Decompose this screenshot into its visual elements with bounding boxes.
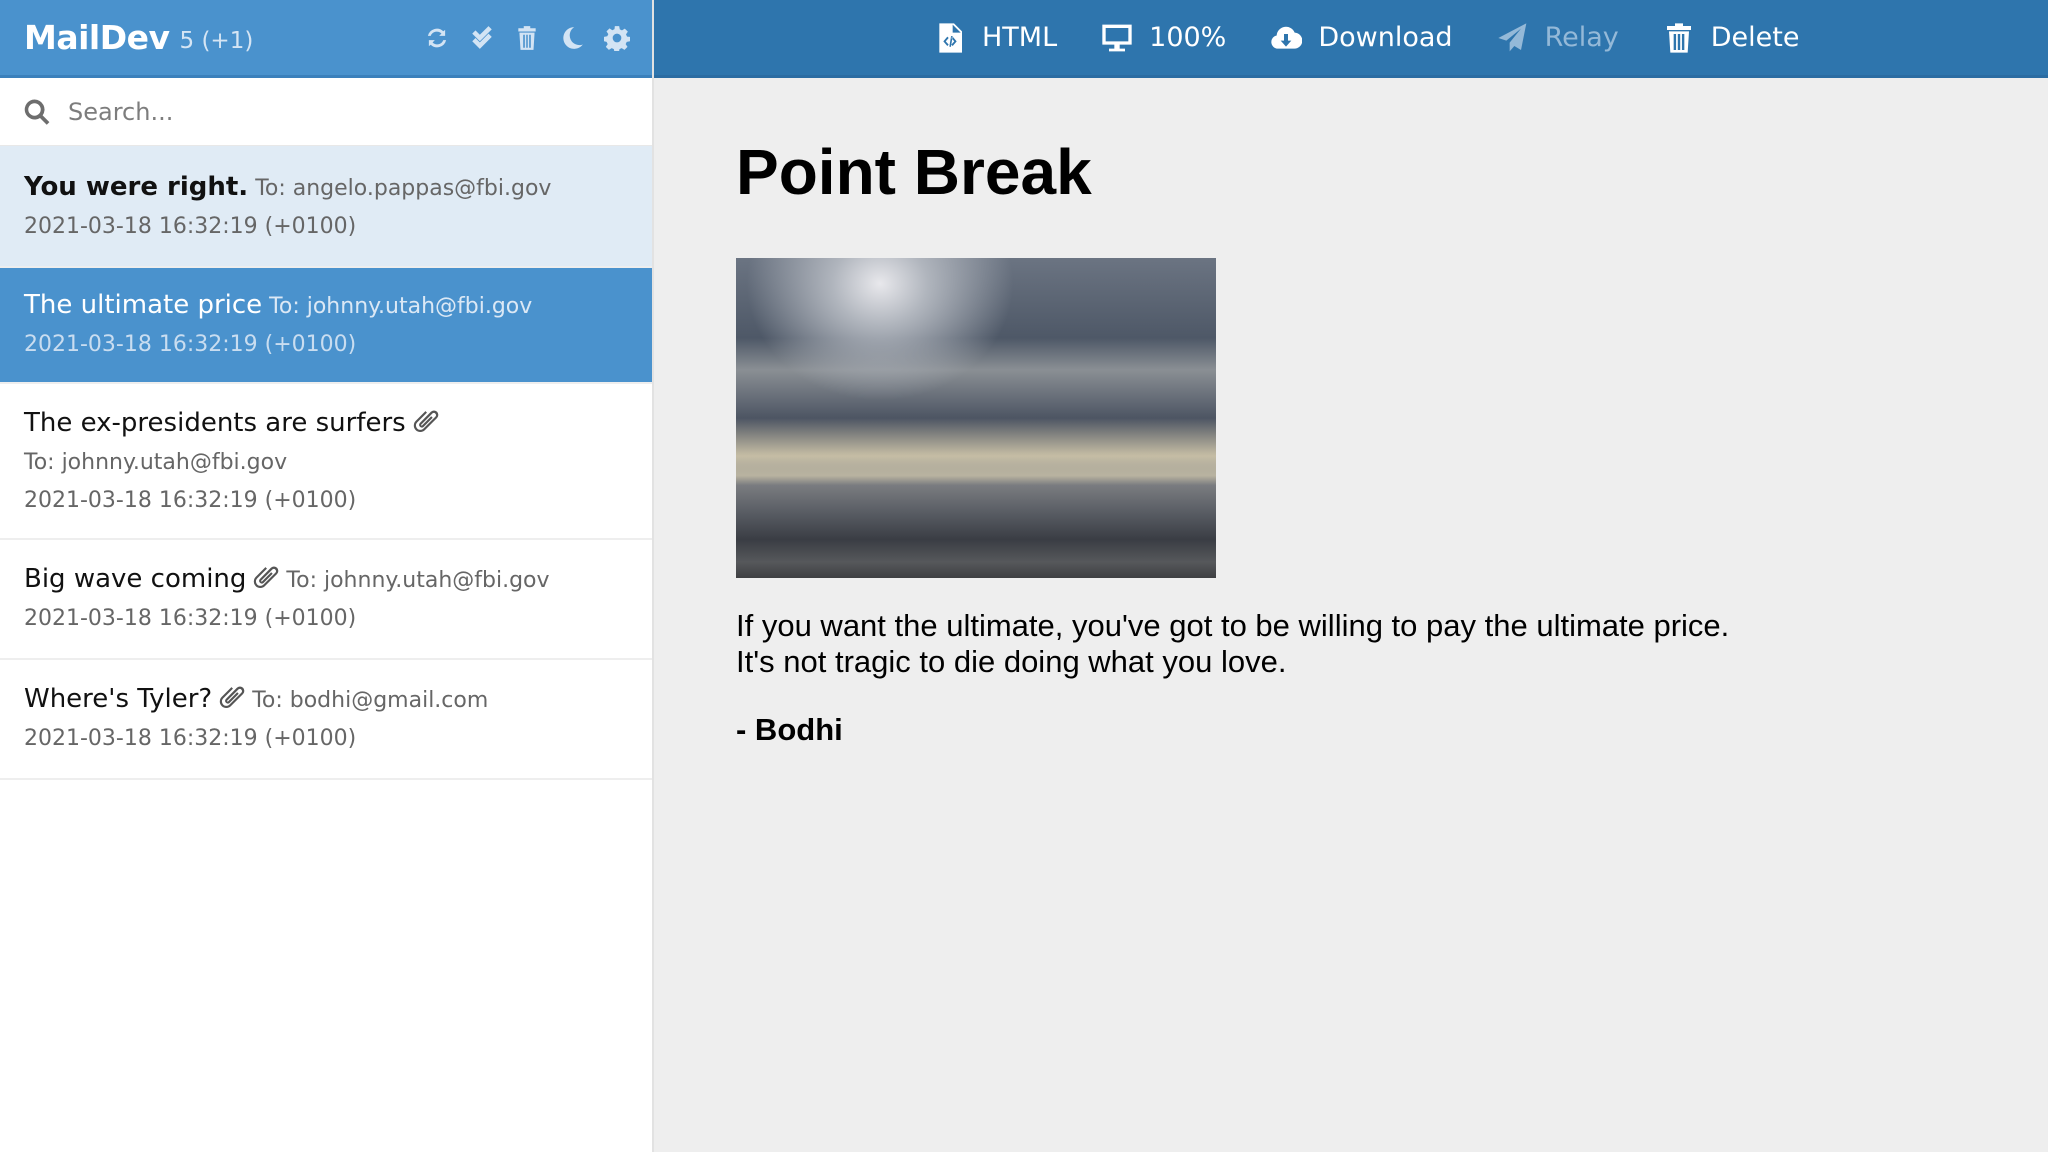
- email-preview: Point Break If you want the ultimate, yo…: [654, 78, 2048, 748]
- body-line-2: It's not tragic to die doing what you lo…: [736, 644, 1287, 679]
- email-list-item[interactable]: The ex-presidents are surfers To: johnny…: [0, 384, 652, 540]
- toolbar: HTML 100% Download Relay Delete: [654, 0, 2048, 78]
- email-recipient: To: angelo.pappas@fbi.gov: [255, 176, 552, 201]
- email-list: You were right. To: angelo.pappas@fbi.go…: [0, 146, 652, 780]
- html-label: HTML: [982, 22, 1058, 53]
- app-title: MailDev: [24, 18, 170, 57]
- double-check-icon[interactable]: [469, 25, 495, 51]
- email-date: 2021-03-18 16:32:19 (+0100): [24, 332, 357, 357]
- search-icon: [24, 98, 50, 125]
- email-body: If you want the ultimate, you've got to …: [736, 608, 2048, 680]
- email-subject: Big wave coming: [24, 564, 247, 594]
- email-subject: The ultimate price: [24, 290, 263, 320]
- email-recipient: To: johnny.utah@fbi.gov: [24, 450, 288, 475]
- paper-plane-icon: [1497, 22, 1526, 51]
- email-subject: The ex-presidents are surfers: [24, 408, 406, 438]
- search-bar: [0, 78, 652, 146]
- file-code-icon: [939, 22, 962, 53]
- download-label: Download: [1318, 22, 1453, 53]
- email-subject: Where's Tyler?: [24, 684, 213, 714]
- paperclip-icon: [413, 408, 439, 434]
- refresh-icon[interactable]: [424, 25, 450, 51]
- email-recipient: To: johnny.utah@fbi.gov: [269, 294, 533, 319]
- relay-button[interactable]: Relay: [1497, 22, 1619, 54]
- gear-icon[interactable]: [604, 25, 630, 51]
- moon-icon[interactable]: [559, 25, 585, 51]
- search-input[interactable]: [68, 97, 608, 126]
- html-toggle-button[interactable]: HTML: [934, 22, 1057, 54]
- email-list-item[interactable]: Big wave coming To: johnny.utah@fbi.gov …: [0, 540, 652, 660]
- email-recipient: To: johnny.utah@fbi.gov: [286, 568, 550, 593]
- paperclip-icon: [253, 564, 279, 590]
- zoom-label: 100%: [1149, 22, 1227, 53]
- email-list-item[interactable]: You were right. To: angelo.pappas@fbi.go…: [0, 146, 652, 268]
- trash-icon[interactable]: [514, 25, 540, 51]
- download-button[interactable]: Download: [1270, 22, 1453, 54]
- cloud-download-icon: [1271, 26, 1303, 49]
- email-recipient: To: bodhi@gmail.com: [252, 688, 489, 713]
- email-date: 2021-03-18 16:32:19 (+0100): [24, 726, 357, 751]
- email-date: 2021-03-18 16:32:19 (+0100): [24, 606, 357, 631]
- zoom-button[interactable]: 100%: [1101, 22, 1226, 54]
- sidebar-header: MailDev 5 (+1): [0, 0, 652, 78]
- email-date: 2021-03-18 16:32:19 (+0100): [24, 488, 357, 513]
- header-tools: [424, 25, 630, 51]
- email-count: 5 (+1): [179, 27, 254, 54]
- email-date: 2021-03-18 16:32:19 (+0100): [24, 214, 357, 239]
- trash-icon: [1666, 22, 1691, 53]
- main-panel: HTML 100% Download Relay Delete Point Br…: [654, 0, 2048, 1152]
- email-heading: Point Break: [736, 136, 1092, 208]
- email-list-item-selected[interactable]: The ultimate price To: johnny.utah@fbi.g…: [0, 268, 652, 384]
- delete-label: Delete: [1710, 22, 1800, 53]
- monitor-icon: [1102, 24, 1132, 51]
- email-list-item[interactable]: Where's Tyler? To: bodhi@gmail.com 2021-…: [0, 660, 652, 780]
- sidebar: MailDev 5 (+1) You were rig: [0, 0, 654, 1152]
- relay-label: Relay: [1544, 22, 1619, 53]
- email-image: [736, 258, 1216, 578]
- delete-button[interactable]: Delete: [1663, 22, 1800, 54]
- email-signature: - Bodhi: [736, 712, 843, 747]
- body-line-1: If you want the ultimate, you've got to …: [736, 608, 1730, 643]
- paperclip-icon: [219, 684, 245, 710]
- email-subject: You were right.: [24, 172, 249, 202]
